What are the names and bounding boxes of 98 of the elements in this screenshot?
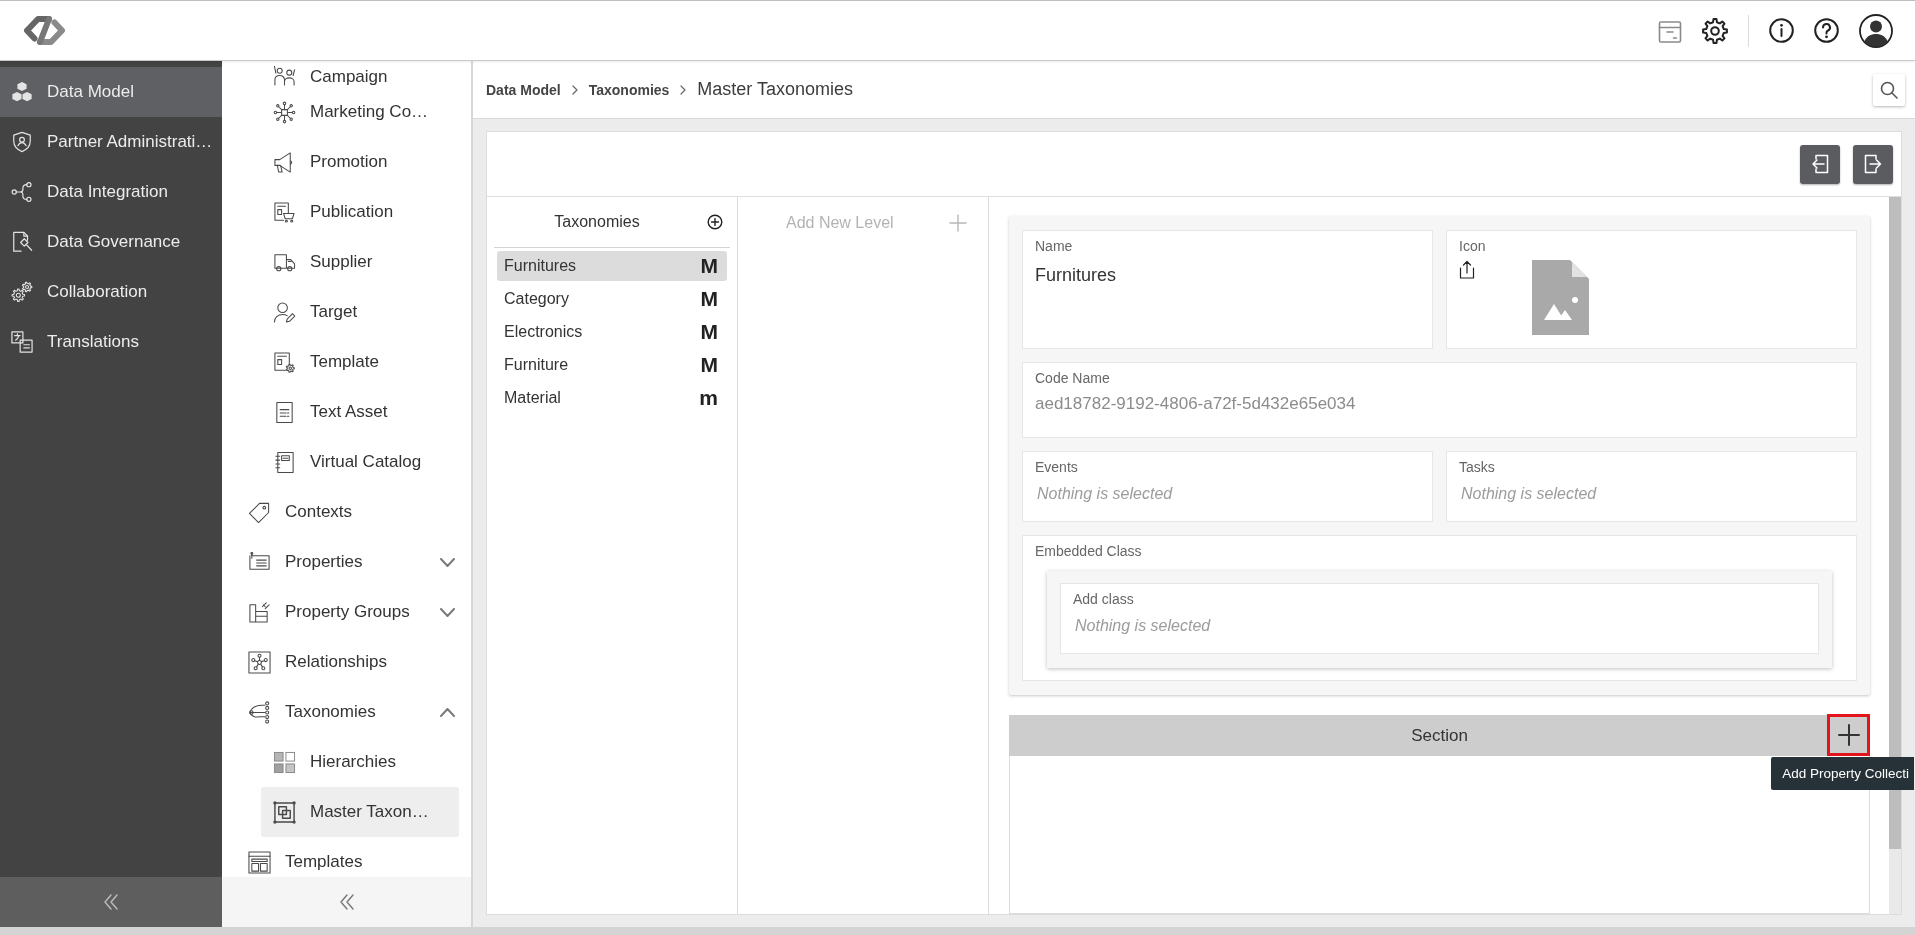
add-circle-icon[interactable]	[707, 214, 723, 230]
panel-title: Taxonomies	[553, 213, 641, 231]
share-nodes-icon	[11, 181, 33, 203]
taxonomy-marker: M	[700, 254, 718, 278]
document-gavel-icon	[11, 231, 33, 253]
tooltip: Add Property Collecti	[1771, 757, 1914, 790]
upload-icon[interactable]	[1459, 260, 1475, 279]
sidebar-item[interactable]: Properties	[236, 537, 459, 587]
avatar-icon[interactable]	[1859, 13, 1893, 48]
search-button[interactable]	[1873, 73, 1905, 106]
breadcrumb-link[interactable]: Taxonomies	[588, 81, 670, 98]
chevron-down-icon[interactable]	[440, 557, 455, 567]
list-item[interactable]: Furniture M	[497, 350, 727, 380]
section-title: Section	[1410, 725, 1469, 746]
add-class-field[interactable]: Add class Nothing is selected	[1060, 583, 1819, 654]
list-item[interactable]: Electronics M	[497, 317, 727, 347]
help-icon[interactable]	[1814, 18, 1839, 43]
shield-user-icon	[11, 131, 33, 153]
sidebar-item[interactable]: Publication	[261, 187, 459, 237]
sidebar-item[interactable]: Master Taxon…	[261, 787, 459, 837]
layout-cart-icon	[273, 200, 296, 224]
sidebar-item[interactable]: Template	[261, 337, 459, 387]
search-icon	[1880, 80, 1898, 99]
taxonomy-marker: M	[700, 320, 718, 344]
field-label: Icon	[1459, 237, 1486, 255]
sidebar-item[interactable]: Templates	[236, 837, 459, 877]
branch-nodes-icon	[248, 700, 271, 724]
export-icon	[1864, 154, 1882, 174]
user-pen-icon	[273, 300, 296, 324]
taxonomy-marker: m	[699, 386, 718, 410]
people-icon	[273, 64, 296, 87]
sidebar-item[interactable]: Campaign	[261, 61, 459, 87]
sidebar-item[interactable]: Data Governance	[0, 217, 222, 267]
sidebar-item[interactable]: Data Integration	[0, 167, 222, 217]
plus-icon	[1837, 723, 1860, 746]
translate-icon	[11, 331, 33, 353]
sidebar-item[interactable]: Relationships	[236, 637, 459, 687]
list-item[interactable]: Category M	[497, 284, 727, 314]
notebook-icon	[273, 450, 296, 474]
sidebar-item[interactable]: Virtual Catalog	[261, 437, 459, 487]
field-label: Embedded Class	[1035, 542, 1142, 560]
list-item[interactable]: Furnitures M	[497, 251, 727, 281]
page-title: Master Taxonomies	[697, 79, 854, 100]
field-label: Add class	[1073, 590, 1134, 608]
sidebar-item[interactable]: Promotion	[261, 137, 459, 187]
breadcrumb-link[interactable]: Data Model	[486, 81, 561, 98]
export-button[interactable]	[1853, 144, 1893, 184]
field-label: Code Name	[1035, 369, 1110, 387]
image-file-icon	[1532, 260, 1589, 335]
cubes-icon	[11, 81, 33, 103]
sidebar-item[interactable]: Target	[261, 287, 459, 337]
grid-squares-icon	[273, 750, 296, 774]
field-label: Events	[1035, 458, 1078, 476]
chevron-right-icon	[680, 84, 687, 95]
layout-icon	[248, 850, 271, 874]
double-chevron-left-icon	[339, 894, 354, 910]
import-button[interactable]	[1800, 144, 1840, 184]
sidebar-item[interactable]: Translations	[0, 317, 222, 367]
gears-icon	[11, 281, 33, 303]
tasks-field[interactable]: Tasks Nothing is selected	[1446, 451, 1857, 522]
double-chevron-left-icon	[104, 894, 118, 910]
field-label: Name	[1035, 237, 1073, 255]
taxonomy-marker: M	[700, 353, 718, 377]
add-button[interactable]	[1827, 713, 1870, 756]
events-field[interactable]: Events Nothing is selected	[1022, 451, 1433, 522]
sidebar-item[interactable]: Property Groups	[236, 587, 459, 637]
logo-icon[interactable]	[22, 15, 67, 46]
info-icon[interactable]	[1769, 18, 1794, 43]
chevron-down-icon[interactable]	[440, 607, 455, 617]
nested-squares-icon	[273, 800, 296, 824]
new-level-input[interactable]: Add New Level	[786, 214, 941, 232]
name-field[interactable]: Name Furnitures	[1022, 230, 1433, 349]
list-item[interactable]: Material m	[497, 383, 727, 413]
chevron-up-icon[interactable]	[440, 707, 455, 717]
sidebar-item[interactable]: Supplier	[261, 237, 459, 287]
tasks-select[interactable]: Nothing is selected	[1459, 482, 1846, 506]
tag-icon	[248, 500, 271, 524]
chevron-right-icon	[571, 84, 578, 95]
settings-icon[interactable]	[1702, 17, 1728, 44]
document-lines-icon	[273, 400, 296, 424]
import-icon	[1811, 154, 1829, 174]
sidebar-item[interactable]: Collaboration	[0, 267, 222, 317]
name-input[interactable]: Furnitures	[1035, 263, 1420, 287]
sidebar-item[interactable]: Contexts	[236, 487, 459, 537]
events-select[interactable]: Nothing is selected	[1035, 482, 1422, 506]
add-class-select[interactable]: Nothing is selected	[1073, 614, 1808, 638]
sidebar-item[interactable]: Hierarchies	[261, 737, 459, 787]
layout-gear-icon	[273, 350, 296, 374]
sidebar-item[interactable]: Data Model	[0, 67, 222, 117]
taxonomy-marker: M	[700, 287, 718, 311]
sidebar-item[interactable]: Partner Administrati…	[0, 117, 222, 167]
sidebar-item[interactable]: Marketing Co…	[261, 87, 459, 137]
sidebar-item[interactable]: Taxonomies	[236, 687, 459, 737]
network-icon	[248, 650, 271, 674]
stacked-layout-icon	[248, 600, 271, 624]
network-node-icon	[273, 100, 296, 124]
field-label: Tasks	[1459, 458, 1495, 476]
sidebar-item[interactable]: Text Asset	[261, 387, 459, 437]
